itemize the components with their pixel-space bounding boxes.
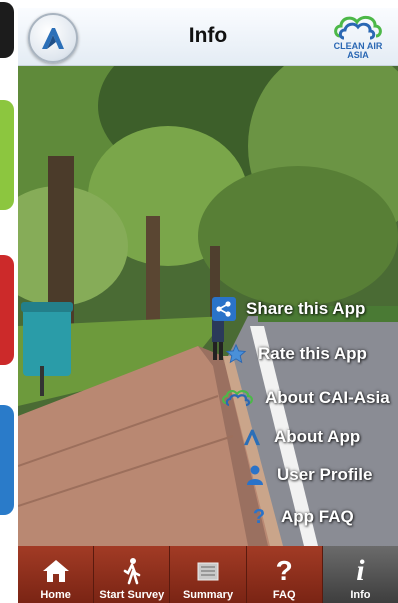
clean-air-asia-logo: CLEAN AIR ASIA: [326, 12, 390, 62]
about-app-button[interactable]: About App: [240, 422, 360, 452]
user-profile-label: User Profile: [277, 465, 373, 484]
tab-faq[interactable]: ? FAQ: [246, 546, 323, 603]
home-icon: [42, 553, 70, 589]
rate-app-button[interactable]: Rate this App: [224, 339, 367, 369]
rate-app-label: Rate this App: [258, 344, 367, 363]
about-cai-asia-button[interactable]: About CAI-Asia: [221, 383, 390, 413]
question-icon: ?: [252, 505, 266, 528]
share-icon: [212, 297, 236, 321]
app-screen: Info CLEAN AIR ASIA Share this App Rate …: [18, 8, 398, 603]
user-icon: [243, 463, 267, 487]
info-icon: i: [356, 554, 365, 587]
star-icon: [224, 342, 248, 366]
neighbor-app-sliver: [0, 100, 14, 210]
neighbor-app-sliver: [0, 255, 14, 365]
app-faq-button[interactable]: ? App FAQ: [247, 502, 354, 532]
app-faq-label: App FAQ: [281, 507, 354, 526]
tab-start-survey[interactable]: Start Survey: [94, 546, 171, 603]
about-cai-asia-label: About CAI-Asia: [265, 388, 390, 407]
neighbor-app-sliver: [0, 405, 14, 515]
cloud-icon: [334, 15, 382, 40]
tab-faq-label: FAQ: [272, 589, 296, 601]
question-icon: ?: [275, 555, 293, 586]
share-app-button[interactable]: Share this App: [212, 294, 365, 324]
share-app-label: Share this App: [246, 299, 366, 318]
neighbor-app-sliver: [0, 2, 14, 58]
tab-home-label: Home: [40, 589, 71, 601]
clean-air-asia-logo-text: CLEAN AIR ASIA: [333, 41, 383, 60]
tab-start-survey-label: Start Survey: [99, 589, 165, 601]
bottom-tab-bar: Home Start Survey Summary ? FAQ i Info: [18, 546, 398, 603]
walking-icon: [120, 553, 144, 589]
summary-icon: [196, 553, 220, 589]
tab-info-label: Info: [350, 589, 371, 601]
tab-summary[interactable]: Summary: [170, 546, 247, 603]
tab-info[interactable]: i Info: [322, 546, 398, 603]
clean-air-asia-icon: [221, 386, 255, 410]
header-bar: Info CLEAN AIR ASIA: [18, 8, 398, 66]
app-logo-icon: [240, 425, 264, 449]
about-app-label: About App: [274, 427, 361, 446]
tab-summary-label: Summary: [182, 589, 234, 601]
user-profile-button[interactable]: User Profile: [243, 460, 372, 490]
tab-home[interactable]: Home: [18, 546, 95, 603]
